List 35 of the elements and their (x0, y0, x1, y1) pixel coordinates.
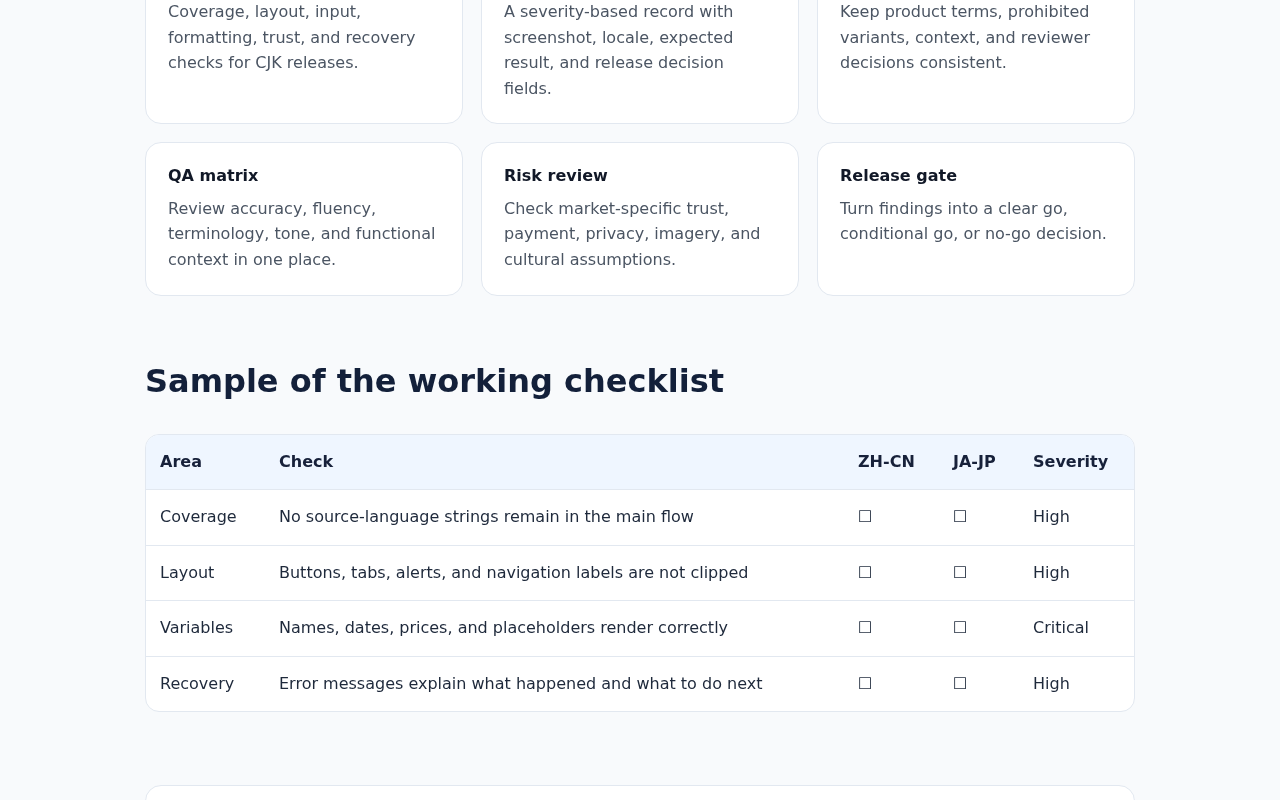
checkbox-glyph: ☐ (953, 507, 968, 527)
card-description: Keep product terms, prohibited variants, context, and reviewer decisions consistent. (840, 1, 1092, 75)
card-description: Turn findings into a clear go, conditional go, or no-go decision. (840, 197, 1108, 246)
check-description: Error messages explain what happened and what to do next (279, 673, 763, 693)
area-label: Coverage (160, 507, 237, 527)
card-description: Coverage, layout, input, formatting, trust, and recovery checks for CJK releases. (168, 1, 417, 75)
check-description: Buttons, tabs, alerts, and navigation labels are not clipped (279, 562, 749, 582)
column-header: ZH-CN (858, 451, 915, 471)
check-description: Names, dates, prices, and placeholders render correctly (279, 618, 729, 638)
checkbox-glyph: ☐ (858, 618, 873, 638)
check-description: No source-language strings remain in the main flow (279, 507, 694, 527)
checkbox-glyph: ☐ (953, 618, 968, 638)
column-header: Check (279, 451, 334, 471)
card-title: Release gate (840, 165, 958, 188)
section-heading: Sample of the working checklist (145, 361, 725, 400)
checkbox-glyph: ☐ (953, 673, 968, 693)
checkbox-glyph: ☐ (953, 562, 968, 582)
checkbox-glyph: ☐ (858, 562, 873, 582)
checkbox-glyph: ☐ (858, 673, 873, 693)
column-header: JA-JP (953, 451, 996, 471)
card-title: QA matrix (168, 165, 260, 188)
column-header: Area (160, 451, 202, 471)
card-title: Risk review (504, 165, 609, 188)
card-description: A severity-based record with screenshot, locale, expected result, and release decision fields. (504, 1, 735, 100)
column-header: Severity (1033, 451, 1109, 471)
card-description: Review accuracy, fluency, terminology, tone, and functional context in one place. (168, 197, 437, 271)
severity-label: High (1033, 507, 1070, 527)
card-description: Check market-specific trust, payment, privacy, imagery, and cultural assumptions. (504, 197, 762, 271)
severity-label: High (1033, 562, 1070, 582)
checkbox-glyph: ☐ (858, 507, 873, 527)
area-label: Recovery (160, 673, 235, 693)
severity-label: Critical (1033, 618, 1089, 638)
area-label: Variables (160, 618, 234, 638)
severity-label: High (1033, 673, 1070, 693)
area-label: Layout (160, 562, 215, 582)
